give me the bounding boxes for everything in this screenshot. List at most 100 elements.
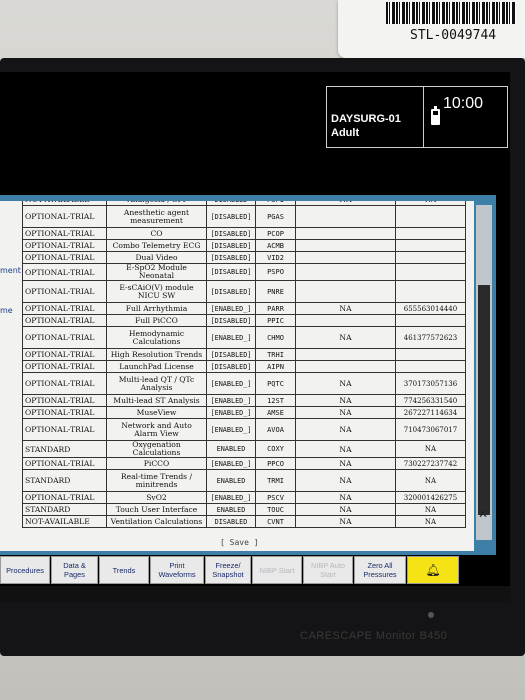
- asset-label-sticker: STL-0049744: [338, 0, 525, 58]
- cell-col2: [395, 348, 466, 361]
- cell-col1: NA: [295, 372, 396, 395]
- procedures-button[interactable]: Procedures: [0, 556, 50, 584]
- table-row[interactable]: NOT-AVAILABLE Ventilation Calculations DIS…: [22, 515, 466, 528]
- cell-col1: NA: [295, 406, 396, 419]
- table-row[interactable]: OPTIONAL-TRIAL PiCCO [ENABLED_] PPCO NA 73022…: [22, 457, 466, 470]
- cell-col2: 267227114634: [395, 406, 466, 419]
- cell-col2: [395, 263, 466, 281]
- cell-status: OPTIONAL-TRIAL: [22, 372, 107, 395]
- cell-function: LaunchPad License: [106, 360, 207, 373]
- table-row[interactable]: OPTIONAL-TRIAL Multi-lead ST Analysis [ENA…: [22, 394, 466, 407]
- cell-code: ACMB: [255, 239, 296, 252]
- options-panel: NOT-AVAILABLEAnalgesia / SPIDISABLEDPSPI…: [0, 201, 474, 551]
- trends-button[interactable]: Trends: [99, 556, 149, 584]
- cell-function: High Resolution Trends: [106, 348, 207, 361]
- table-row[interactable]: OPTIONAL-TRIAL Network and Auto Alarm Vie…: [22, 418, 466, 441]
- cell-col2: [395, 227, 466, 240]
- table-row[interactable]: OPTIONAL-TRIAL Anesthetic agent measureme…: [22, 205, 466, 228]
- cell-function: Multi-lead ST Analysis: [106, 394, 207, 407]
- table-row[interactable]: OPTIONAL-TRIAL CO [DISABLED] PCOP: [22, 227, 466, 240]
- cell-function: Ventilation Calculations: [106, 515, 207, 528]
- resize-x-icon: ✕: [478, 507, 489, 521]
- save-button[interactable]: [ Save ]: [220, 538, 259, 547]
- cell-code: CVNT: [255, 515, 296, 528]
- cell-state: [ENABLED_]: [206, 302, 256, 315]
- data-pages-button[interactable]: Data & Pages: [51, 556, 98, 584]
- table-row[interactable]: STANDARD Real-time Trends / minitrends ENA…: [22, 469, 466, 492]
- cell-function: Multi-lead QT / QTc Analysis: [106, 372, 207, 395]
- cell-state: [ENABLED_]: [206, 418, 256, 441]
- print-waveforms-button[interactable]: Print Waveforms: [150, 556, 204, 584]
- table-row[interactable]: STANDARD Touch User Interface ENABLED TOUC N…: [22, 503, 466, 516]
- table-row[interactable]: OPTIONAL-TRIAL Multi-lead QT / QTc Analys…: [22, 372, 466, 395]
- cell-state: [DISABLED]: [206, 314, 256, 327]
- cell-code: TRHI: [255, 348, 296, 361]
- cell-code: PNRE: [255, 280, 296, 303]
- nibp-start-button[interactable]: NIBP Start: [252, 556, 302, 584]
- table-row[interactable]: OPTIONAL-TRIAL LaunchPad License [DISABLED…: [22, 360, 466, 373]
- zero-all-pressures-button[interactable]: Zero All Pressures: [354, 556, 406, 584]
- cell-status: OPTIONAL-TRIAL: [22, 491, 107, 504]
- cell-col1: NA: [295, 469, 396, 492]
- cell-col2: 774256331540: [395, 394, 466, 407]
- cell-state: [ENABLED_]: [206, 457, 256, 470]
- table-row[interactable]: OPTIONAL-TRIAL Hemodynamic Calculations [E…: [22, 326, 466, 349]
- cell-status: OPTIONAL-TRIAL: [22, 348, 107, 361]
- software-options-dialog: NOT-AVAILABLEAnalgesia / SPIDISABLEDPSPI…: [0, 195, 496, 555]
- table-row[interactable]: OPTIONAL-TRIAL SvO2 [ENABLED_] PSCV NA 320001…: [22, 491, 466, 504]
- cell-col2: 710473067017: [395, 418, 466, 441]
- power-indicator: [428, 612, 434, 618]
- freeze-snapshot-button[interactable]: Freeze/ Snapshot: [205, 556, 251, 584]
- battery-icon: [431, 106, 440, 125]
- scroll-thumb[interactable]: [478, 285, 490, 515]
- table-row[interactable]: OPTIONAL-TRIAL E-SpO2 Module Neonatal [DIS…: [22, 263, 466, 281]
- cell-col1: NA: [295, 440, 396, 458]
- cell-status: OPTIONAL-TRIAL: [22, 418, 107, 441]
- cell-status: STANDARD: [22, 469, 107, 492]
- cell-function: E-SpO2 Module Neonatal: [106, 263, 207, 281]
- cell-function: PiCCO: [106, 457, 207, 470]
- cell-function: Dual Video: [106, 251, 207, 264]
- cell-col2: 730227237742: [395, 457, 466, 470]
- cell-col2: NA: [395, 503, 466, 516]
- cell-col2: [395, 280, 466, 303]
- cell-col1: [295, 314, 396, 327]
- nibp-auto-button[interactable]: NIBP Auto Start: [303, 556, 353, 584]
- cell-code: PCOP: [255, 227, 296, 240]
- alarm-button[interactable]: 🔔︎: [407, 556, 459, 584]
- cell-code: PARR: [255, 302, 296, 315]
- cell-col1: [295, 227, 396, 240]
- table-row[interactable]: OPTIONAL-TRIAL MuseView [ENABLED_] AMSE NA 26…: [22, 406, 466, 419]
- cell-code: CHMO: [255, 326, 296, 349]
- cell-status: OPTIONAL-TRIAL: [22, 251, 107, 264]
- table-row[interactable]: OPTIONAL-TRIAL Full Arrhythmia [ENABLED_] P…: [22, 302, 466, 315]
- cell-col1: [295, 263, 396, 281]
- cell-status: OPTIONAL-TRIAL: [22, 406, 107, 419]
- cell-col2: [395, 239, 466, 252]
- table-row[interactable]: OPTIONAL-TRIAL Dual Video [DISABLED] VID2: [22, 251, 466, 264]
- header-divider: [423, 87, 424, 147]
- cell-state: [ENABLED_]: [206, 491, 256, 504]
- cell-col1: NA: [295, 394, 396, 407]
- table-row[interactable]: OPTIONAL-TRIAL E-sCAiO(V) module NICU SW[…: [22, 280, 466, 303]
- scrollbar[interactable]: [476, 205, 492, 540]
- cell-col1: NA: [295, 503, 396, 516]
- cell-code: 12ST: [255, 394, 296, 407]
- table-row[interactable]: OPTIONAL-TRIAL Combo Telemetry ECG [DISABL…: [22, 239, 466, 252]
- patient-header[interactable]: DAYSURG-01 Adult 10:00: [326, 86, 508, 148]
- options-table: NOT-AVAILABLEAnalgesia / SPIDISABLEDPSPI…: [22, 201, 466, 528]
- cell-code: PQTC: [255, 372, 296, 395]
- cell-code: VID2: [255, 251, 296, 264]
- table-row[interactable]: STANDARD Oxygenation Calculations ENABLED C…: [22, 440, 466, 458]
- cell-state: ENABLED: [206, 503, 256, 516]
- cell-code: PSCV: [255, 491, 296, 504]
- table-row[interactable]: OPTIONAL-TRIAL High Resolution Trends [DIS…: [22, 348, 466, 361]
- cell-col1: [295, 348, 396, 361]
- cell-col1: NA: [295, 302, 396, 315]
- cell-state: [DISABLED]: [206, 280, 256, 303]
- bed-name: DAYSURG-01: [331, 113, 401, 125]
- bottom-menu-bar: Procedures Data & Pages Trends Print Wav…: [0, 556, 510, 586]
- table-row[interactable]: OPTIONAL-TRIAL Full PiCCO [DISABLED] PPIC: [22, 314, 466, 327]
- cell-status: OPTIONAL-TRIAL: [22, 263, 107, 281]
- cell-function: Network and Auto Alarm View: [106, 418, 207, 441]
